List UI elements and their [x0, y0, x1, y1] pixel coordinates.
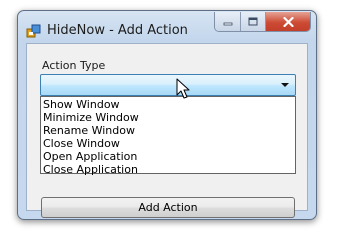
- close-icon: [282, 16, 294, 27]
- action-type-options-list: Show Window Minimize Window Rename Windo…: [40, 96, 296, 176]
- option-rename-window[interactable]: Rename Window: [42, 124, 295, 137]
- add-action-window: HideNow - Add Action Action Type Show Wi…: [17, 10, 317, 220]
- client-area: Action Type Show Window Minimize Window …: [26, 43, 308, 218]
- window-controls: [214, 12, 311, 32]
- option-close-window[interactable]: Close Window: [42, 137, 295, 150]
- action-type-dropdown[interactable]: [40, 74, 296, 96]
- add-action-button[interactable]: Add Action: [41, 197, 295, 218]
- option-minimize-window[interactable]: Minimize Window: [42, 111, 295, 124]
- maximize-icon: [248, 17, 258, 26]
- app-icon: [26, 24, 41, 38]
- action-type-label: Action Type: [42, 59, 106, 72]
- dropdown-arrow-icon[interactable]: [281, 83, 289, 87]
- option-open-application[interactable]: Open Application: [42, 150, 295, 163]
- maximize-button[interactable]: [241, 12, 266, 31]
- close-button[interactable]: [266, 12, 310, 31]
- title-bar[interactable]: HideNow - Add Action: [18, 11, 316, 43]
- mouse-cursor-icon: [176, 78, 190, 99]
- minimize-icon: [223, 22, 232, 25]
- window-title: HideNow - Add Action: [47, 23, 188, 38]
- option-show-window[interactable]: Show Window: [42, 98, 295, 111]
- option-close-application[interactable]: Close Application: [42, 163, 295, 176]
- minimize-button[interactable]: [215, 12, 241, 31]
